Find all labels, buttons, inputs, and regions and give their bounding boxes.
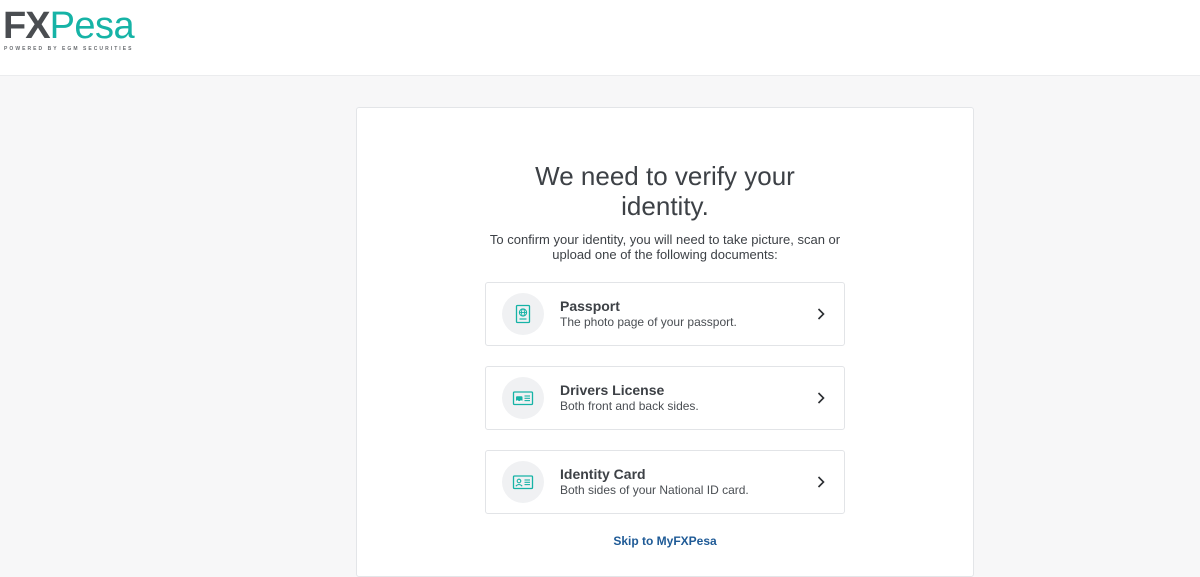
identity-card-option-title: Identity Card [560, 466, 646, 482]
logo-tagline: POWERED BY EGM SECURITIES [4, 46, 134, 52]
chevron-right-icon [817, 392, 825, 404]
passport-option-description: The photo page of your passport. [560, 315, 737, 329]
logo-fx: FX [3, 5, 51, 47]
verification-card: We need to verify your identity. To conf… [356, 107, 974, 577]
skip-to-myfxpesa-link[interactable]: Skip to MyFXPesa [357, 534, 973, 548]
passport-option[interactable]: Passport The photo page of your passport… [485, 282, 845, 346]
drivers-license-icon-wrap [502, 377, 544, 419]
passport-icon-wrap [502, 293, 544, 335]
identity-card-option[interactable]: Identity Card Both sides of your Nationa… [485, 450, 845, 514]
passport-icon [515, 304, 531, 324]
identity-card-option-description: Both sides of your National ID card. [560, 483, 749, 497]
page-title-text: We need to verify your identity. [535, 161, 795, 221]
page-subtitle: To confirm your identity, you will need … [357, 232, 973, 262]
passport-option-title: Passport [560, 298, 620, 314]
chevron-right-icon [817, 476, 825, 488]
drivers-license-option-title: Drivers License [560, 382, 665, 398]
chevron-right-icon [817, 308, 825, 320]
page-title: We need to verify your identity. [357, 161, 973, 221]
identity-card-icon [512, 475, 534, 490]
drivers-license-option[interactable]: Drivers License Both front and back side… [485, 366, 845, 430]
top-header: FXPesa POWERED BY EGM SECURITIES [0, 0, 1200, 76]
identity-card-icon-wrap [502, 461, 544, 503]
logo-pesa: Pesa [49, 5, 135, 47]
page-subtitle-text: To confirm your identity, you will need … [489, 232, 841, 262]
logo-wordmark: FXPesa [3, 5, 135, 47]
drivers-license-option-description: Both front and back sides. [560, 399, 699, 413]
fxpesa-logo[interactable]: FXPesa POWERED BY EGM SECURITIES [3, 6, 163, 56]
drivers-license-icon [512, 391, 534, 406]
